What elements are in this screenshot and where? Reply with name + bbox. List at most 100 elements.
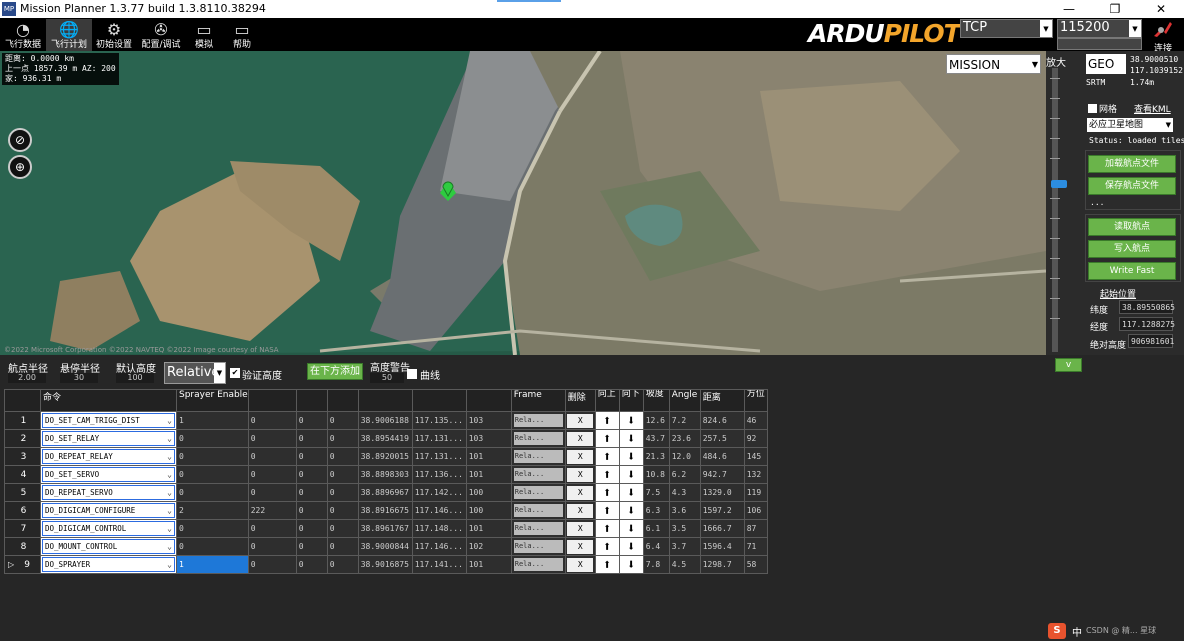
menu-flight-data[interactable]: ◔ 飞行数据	[2, 19, 44, 51]
alt-cell[interactable]: 101	[465, 465, 512, 484]
az-cell[interactable]: 145	[743, 447, 768, 466]
lat-cell[interactable]: 38.8896967	[357, 483, 413, 502]
param3-cell[interactable]: 0	[295, 447, 328, 466]
col-header-grad[interactable]: 坡度	[642, 389, 670, 412]
param4-cell[interactable]: 0	[326, 501, 359, 520]
param1-cell[interactable]: 0	[176, 465, 249, 484]
col-header-command[interactable]: 命令	[40, 389, 177, 412]
command-select[interactable]: DO_SET_RELAY ⌄	[40, 429, 177, 448]
param3-cell[interactable]: 0	[295, 519, 328, 538]
move-up-button[interactable]: ⬆	[594, 483, 620, 502]
lng-cell[interactable]: 117.142...	[411, 483, 467, 502]
grad-cell[interactable]: 7.8	[642, 555, 670, 574]
home-lng-field[interactable]: 117.1288275	[1119, 317, 1175, 331]
menu-initial-setup[interactable]: ⚙ 初始设置	[93, 19, 135, 51]
col-header-param1[interactable]: Sprayer Enable	[176, 389, 249, 412]
lng-cell[interactable]: 117.135...	[411, 411, 467, 430]
delete-button[interactable]: X	[564, 519, 596, 538]
param1-cell[interactable]: 0	[176, 429, 249, 448]
param4-cell[interactable]: 0	[326, 483, 359, 502]
lng-cell[interactable]: 117.148...	[411, 519, 467, 538]
loiter-radius-field[interactable]: 30	[60, 373, 98, 383]
dist-cell[interactable]: 1329.0	[699, 483, 745, 502]
table-row[interactable]: ▷ 9 DO_SPRAYER ⌄ 1 0 0 0 38.9016875 117.141... 10…	[4, 555, 768, 574]
frame-select[interactable]: Rela...	[510, 483, 566, 502]
write-wp-button[interactable]: 写入航点	[1088, 240, 1176, 258]
command-select[interactable]: DO_SET_SERVO ⌄	[40, 465, 177, 484]
command-select[interactable]: DO_DIGICAM_CONFIGURE ⌄	[40, 501, 177, 520]
collapse-button[interactable]: v	[1055, 358, 1082, 372]
dist-cell[interactable]: 942.7	[699, 465, 745, 484]
alt-cell[interactable]: 101	[465, 519, 512, 538]
map-view[interactable]	[0, 51, 1046, 355]
default-alt-field[interactable]: 100	[116, 373, 154, 383]
table-row[interactable]: 8 DO_MOUNT_CONTROL ⌄ 0 0 0 0 38.9000844 117.146.…	[4, 537, 768, 556]
col-header-lat[interactable]	[357, 389, 413, 412]
table-row[interactable]: 6 DO_DIGICAM_CONFIGURE ⌄ 2 222 0 0 38.8916675 11…	[4, 501, 768, 520]
command-select[interactable]: DO_SPRAYER ⌄	[40, 555, 177, 574]
spline-checkbox[interactable]	[407, 369, 417, 379]
command-select[interactable]: DO_MOUNT_CONTROL ⌄	[40, 537, 177, 556]
baud-select[interactable]: 115200 ▼	[1057, 19, 1142, 38]
lat-cell[interactable]: 38.8920015	[357, 447, 413, 466]
home-marker-icon[interactable]	[441, 179, 455, 197]
grad-cell[interactable]: 6.3	[642, 501, 670, 520]
dist-cell[interactable]: 1597.2	[699, 501, 745, 520]
param4-cell[interactable]: 0	[326, 537, 359, 556]
frame-select[interactable]: Rela...	[510, 411, 566, 430]
az-cell[interactable]: 58	[743, 555, 768, 574]
row-number[interactable]: 1	[4, 411, 41, 430]
col-header-angle[interactable]: Angle	[668, 389, 701, 412]
delete-button[interactable]: X	[564, 483, 596, 502]
param2-cell[interactable]: 0	[247, 555, 297, 574]
move-down-button[interactable]: ⬇	[618, 429, 644, 448]
minimize-button[interactable]: —	[1046, 0, 1092, 18]
row-number[interactable]: 5	[4, 483, 41, 502]
delete-button[interactable]: X	[564, 447, 596, 466]
move-down-button[interactable]: ⬇	[618, 483, 644, 502]
move-down-button[interactable]: ⬇	[618, 555, 644, 574]
home-alt-field[interactable]: 906981601	[1128, 334, 1174, 348]
angle-cell[interactable]: 23.6	[668, 429, 701, 448]
param1-cell[interactable]: 1	[176, 555, 249, 574]
table-row[interactable]: 7 DO_DIGICAM_CONTROL ⌄ 0 0 0 0 38.8961767 117.14…	[4, 519, 768, 538]
menu-flight-plan[interactable]: 🌐 飞行计划	[46, 19, 92, 51]
read-wp-button[interactable]: 读取航点	[1088, 218, 1176, 236]
az-cell[interactable]: 106	[743, 501, 768, 520]
menu-config-tuning[interactable]: ✇ 配置/调试	[138, 19, 184, 51]
angle-cell[interactable]: 12.0	[668, 447, 701, 466]
row-number[interactable]: 3	[4, 447, 41, 466]
delete-button[interactable]: X	[564, 555, 596, 574]
col-header-alt[interactable]	[465, 389, 512, 412]
baud-select-empty[interactable]	[1057, 38, 1142, 50]
grad-cell[interactable]: 7.5	[642, 483, 670, 502]
alt-cell[interactable]: 103	[465, 429, 512, 448]
alt-cell[interactable]: 100	[465, 501, 512, 520]
coord-system-select[interactable]: GEO	[1086, 54, 1126, 74]
move-up-button[interactable]: ⬆	[594, 465, 620, 484]
verify-height-checkbox[interactable]: ✔	[230, 368, 240, 378]
command-select[interactable]: DO_REPEAT_RELAY ⌄	[40, 447, 177, 466]
table-row[interactable]: 2 DO_SET_RELAY ⌄ 0 0 0 0 38.8954419 117.131... 10…	[4, 429, 768, 448]
param4-cell[interactable]: 0	[326, 519, 359, 538]
zoom-slider-handle[interactable]	[1051, 180, 1067, 188]
param1-cell[interactable]: 0	[176, 483, 249, 502]
row-number[interactable]: 4	[4, 465, 41, 484]
az-cell[interactable]: 119	[743, 483, 768, 502]
maximize-button[interactable]: ❐	[1092, 0, 1138, 18]
move-down-button[interactable]: ⬇	[618, 501, 644, 520]
angle-cell[interactable]: 3.6	[668, 501, 701, 520]
col-header-param2[interactable]	[247, 389, 297, 412]
alt-cell[interactable]: 101	[465, 447, 512, 466]
col-header-down[interactable]: 向下	[618, 389, 644, 412]
col-header-delete[interactable]: 删除	[564, 389, 596, 412]
wp-radius-field[interactable]: 2.00	[8, 373, 46, 383]
move-up-button[interactable]: ⬆	[594, 519, 620, 538]
frame-select[interactable]: Rela...	[510, 465, 566, 484]
col-header-param4[interactable]	[326, 389, 359, 412]
dist-cell[interactable]: 1596.4	[699, 537, 745, 556]
param4-cell[interactable]: 0	[326, 411, 359, 430]
lng-cell[interactable]: 117.141...	[411, 555, 467, 574]
param2-cell[interactable]: 0	[247, 411, 297, 430]
param1-cell[interactable]: 2	[176, 501, 249, 520]
